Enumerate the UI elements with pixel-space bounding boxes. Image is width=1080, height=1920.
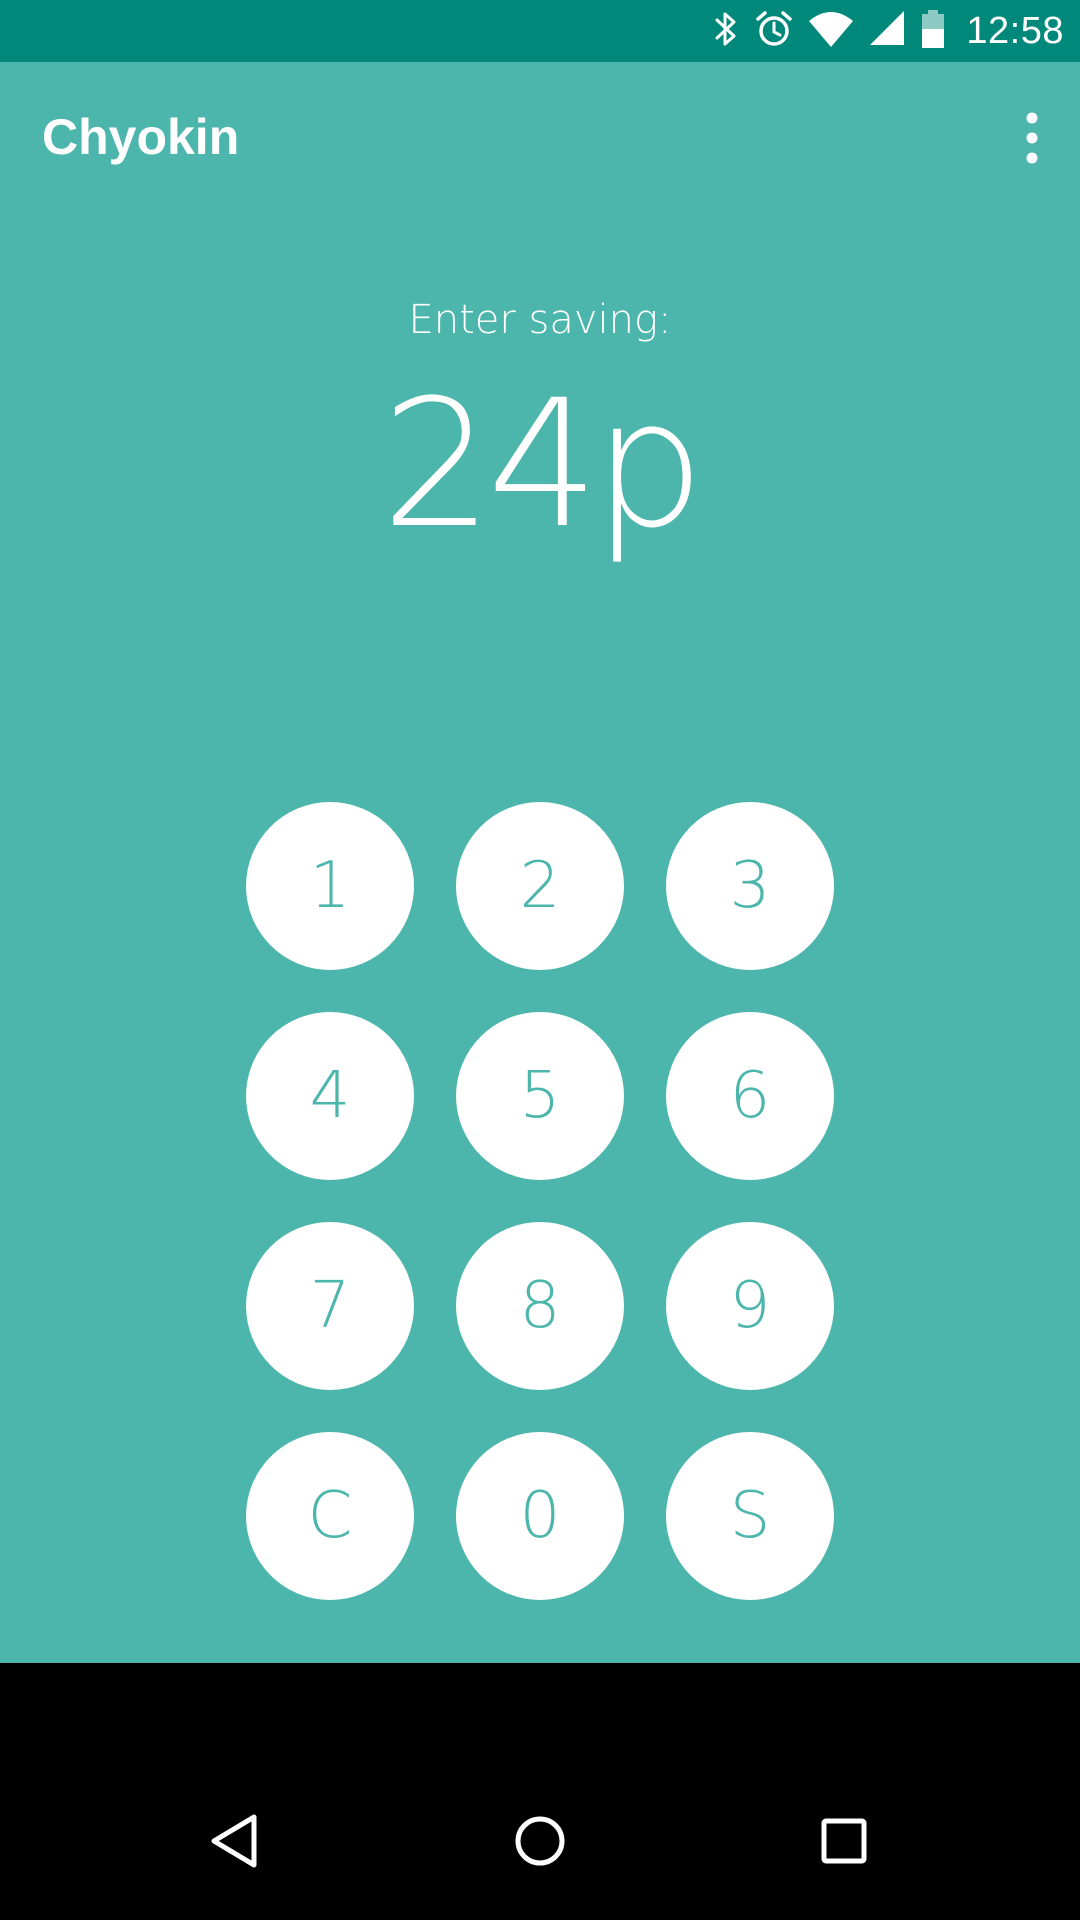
key-8[interactable]: 8 xyxy=(456,1222,624,1390)
back-icon[interactable] xyxy=(196,1801,276,1881)
key-4[interactable]: 4 xyxy=(246,1012,414,1180)
status-time: 12:58 xyxy=(966,9,1064,52)
save-button[interactable]: S xyxy=(666,1432,834,1600)
signal-icon xyxy=(868,9,906,53)
bluetooth-icon xyxy=(712,9,740,53)
key-3[interactable]: 3 xyxy=(666,802,834,970)
key-2[interactable]: 2 xyxy=(456,802,624,970)
battery-icon xyxy=(920,9,946,53)
screen: 12:58 Chyokin Enter saving: 24p 1 2 3 4 … xyxy=(0,0,1080,1920)
clear-button[interactable]: C xyxy=(246,1432,414,1600)
key-1[interactable]: 1 xyxy=(246,802,414,970)
key-7[interactable]: 7 xyxy=(246,1222,414,1390)
recents-icon[interactable] xyxy=(804,1801,884,1881)
keypad: 1 2 3 4 5 6 7 8 9 C 0 S xyxy=(0,62,1080,1663)
wifi-icon xyxy=(808,9,854,53)
home-icon[interactable] xyxy=(500,1801,580,1881)
status-icons: 12:58 xyxy=(712,0,1064,62)
status-bar: 12:58 xyxy=(0,0,1080,62)
app-content: Chyokin Enter saving: 24p 1 2 3 4 5 6 7 … xyxy=(0,62,1080,1663)
key-9[interactable]: 9 xyxy=(666,1222,834,1390)
key-6[interactable]: 6 xyxy=(666,1012,834,1180)
key-0[interactable]: 0 xyxy=(456,1432,624,1600)
key-5[interactable]: 5 xyxy=(456,1012,624,1180)
alarm-icon xyxy=(754,9,794,53)
navigation-bar xyxy=(0,1663,1080,1920)
